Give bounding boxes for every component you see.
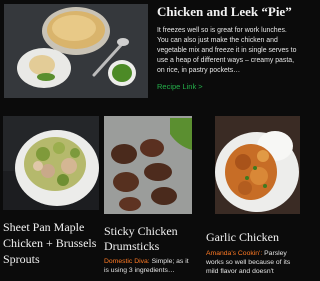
featured-recipe-text: Chicken and Leek “Pie” It freezes well s… (157, 4, 297, 94)
recipe-card-title[interactable]: Sticky Chicken Drumsticks (104, 224, 194, 254)
featured-recipe-title[interactable]: Chicken and Leek “Pie” (157, 4, 297, 20)
source-link[interactable]: Amanda's Cookin': (206, 250, 262, 257)
recipe-card-title[interactable]: Sheet Pan Maple Chicken + Brussels Sprou… (3, 219, 99, 267)
recipe-card-image[interactable] (104, 116, 192, 214)
recipe-card: Sheet Pan Maple Chicken + Brussels Sprou… (3, 116, 99, 281)
recipe-card-excerpt: Amanda's Cookin': Parsley works so well … (206, 249, 300, 276)
recipe-link[interactable]: Recipe Link > (157, 82, 203, 91)
featured-recipe-description: It freezes well so is great for work lun… (157, 27, 297, 74)
recipe-card-image[interactable] (3, 116, 99, 210)
featured-recipe: Chicken and Leek “Pie” It freezes well s… (0, 0, 300, 110)
recipe-card: Sticky Chicken Drumsticks Domestic Diva:… (104, 116, 194, 281)
recipe-card-title[interactable]: Garlic Chicken (206, 230, 300, 245)
featured-recipe-image[interactable] (4, 4, 148, 98)
recipe-card-excerpt: Domestic Diva: Simple; as it is using 3 … (104, 257, 194, 275)
recipe-card-image[interactable] (215, 116, 300, 214)
source-link[interactable]: Domestic Diva: (104, 258, 150, 265)
recipe-card: Garlic Chicken Amanda's Cookin': Parsley… (206, 116, 300, 281)
